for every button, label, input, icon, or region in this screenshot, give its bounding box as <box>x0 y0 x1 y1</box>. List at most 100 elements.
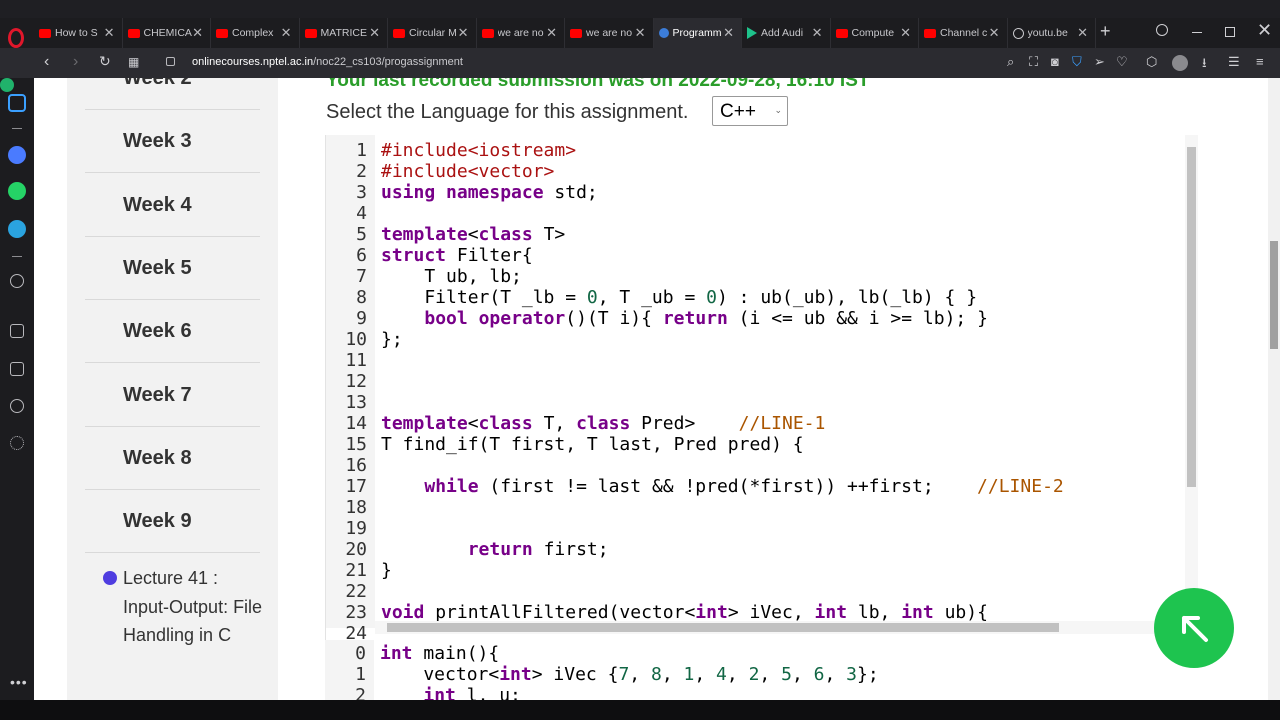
tab[interactable]: Complex ✕ <box>211 18 300 48</box>
send-icon[interactable]: ➢ <box>1094 54 1105 70</box>
youtube-icon <box>924 28 936 38</box>
aria-icon[interactable] <box>0 78 14 92</box>
tab-strip: How to S ✕ CHEMICA ✕ Complex ✕ MATRICE ✕ Circula… <box>0 18 1280 48</box>
week-label: Week 7 <box>123 383 192 406</box>
messenger-icon[interactable] <box>8 146 26 164</box>
week-item[interactable]: Week 9 <box>85 490 260 554</box>
lock-icon[interactable] <box>166 57 175 66</box>
settings-icon[interactable] <box>10 436 24 450</box>
url-field[interactable]: onlinecourses.nptel.ac.in/noc22_cs103/pr… <box>192 56 463 68</box>
line-number-gutter: 1 2 3 4 5 6 7 8 9 10 11 12 13 14 15 16 17 18 19 20 21 22 23 24 <box>326 135 375 644</box>
tab[interactable]: Circular M ✕ <box>388 18 477 48</box>
tab[interactable]: How to S ✕ <box>34 18 123 48</box>
maximize-icon[interactable] <box>1225 27 1235 37</box>
tab-close-icon[interactable]: ✕ <box>1077 25 1088 41</box>
easy-setup-icon[interactable]: ☰ <box>1228 54 1240 70</box>
code-editor[interactable]: 1 2 3 4 5 6 7 8 9 10 11 12 13 14 15 16 17 18 19 20 21 22 23 24 … <box>325 135 1198 644</box>
home-icon[interactable] <box>8 94 26 112</box>
pinboard-icon[interactable] <box>10 362 24 376</box>
tab[interactable]: we are no ✕ <box>565 18 654 48</box>
profile-avatar[interactable] <box>1172 55 1188 71</box>
camera-icon[interactable]: ◙ <box>1051 54 1059 69</box>
tab-close-icon[interactable]: ✕ <box>723 25 734 41</box>
week-item[interactable]: Week 7 <box>85 364 260 427</box>
tab-close-icon[interactable]: ✕ <box>546 25 557 41</box>
editor-vertical-scrollbar-thumb[interactable] <box>1187 147 1196 487</box>
speed-dial-icon[interactable]: ▦ <box>128 55 139 69</box>
line-number: 7 <box>356 266 367 287</box>
youtube-icon <box>216 28 228 38</box>
tab[interactable]: CHEMICA ✕ <box>123 18 211 48</box>
page-scrollbar[interactable] <box>1268 78 1280 700</box>
tab-label: Programm <box>672 27 722 39</box>
week-item[interactable]: Week 8 <box>85 427 260 490</box>
week-item[interactable]: Week 5 <box>85 237 260 300</box>
shield-icon[interactable]: ⛉ <box>1072 54 1082 70</box>
tab[interactable]: MATRICE ✕ <box>300 18 388 48</box>
line-number: 3 <box>356 182 367 203</box>
bookmarks-icon[interactable] <box>10 324 24 338</box>
reload-icon[interactable]: ↻ <box>99 53 111 70</box>
tab[interactable]: we are no ✕ <box>477 18 565 48</box>
line-number: 0 <box>355 643 366 664</box>
minimize-icon[interactable] <box>1192 32 1202 33</box>
line-number: 4 <box>356 203 367 224</box>
telegram-icon[interactable] <box>8 220 26 238</box>
week-item[interactable]: Week 2 <box>85 78 260 110</box>
sidebar-divider <box>12 128 22 129</box>
line-number: 6 <box>356 245 367 266</box>
more-icon[interactable]: ••• <box>10 674 28 690</box>
week-item[interactable]: Week 6 <box>85 300 260 364</box>
week-label: Week 4 <box>123 193 192 216</box>
history-icon[interactable] <box>10 399 24 413</box>
menu-icon[interactable]: ≡ <box>1256 54 1264 69</box>
tab-close-icon[interactable]: ✕ <box>812 25 823 41</box>
editor-vertical-scrollbar[interactable] <box>1185 135 1198 628</box>
line-number: 16 <box>345 455 367 476</box>
code-line: T ub, lb; <box>381 266 522 287</box>
new-tab-icon[interactable]: + <box>1100 21 1111 42</box>
opera-logo-icon[interactable] <box>8 28 24 48</box>
player-icon[interactable] <box>10 274 24 288</box>
zoom-icon[interactable]: ⌕ <box>1007 54 1014 70</box>
whatsapp-icon[interactable] <box>8 182 26 200</box>
tab-close-icon[interactable]: ✕ <box>104 25 115 41</box>
tab[interactable]: Add Audi ✕ <box>742 18 831 48</box>
editor-horizontal-scrollbar-thumb[interactable] <box>387 623 1059 632</box>
editor-horizontal-scrollbar[interactable] <box>375 621 1185 634</box>
code-editor-main[interactable]: 012 int main(){ vector<int> iVec {7, 8, … <box>325 640 1197 700</box>
line-number: 18 <box>345 497 367 518</box>
bottom-edge <box>0 700 1280 720</box>
course-nav: Week 2 Week 3 Week 4 Week 5 Week 6 Week 7 Week… <box>67 78 278 700</box>
tab[interactable]: Programm ✕ <box>653 18 742 48</box>
forward-icon[interactable]: › <box>73 53 78 71</box>
scroll-to-top-button[interactable] <box>1154 588 1234 668</box>
translate-icon[interactable]: ⛶ <box>1029 54 1038 70</box>
tab-close-icon[interactable]: ✕ <box>281 25 292 41</box>
week-item[interactable]: Week 4 <box>85 174 260 237</box>
back-icon[interactable]: ‹ <box>44 53 49 71</box>
tab[interactable]: Compute ✕ <box>831 18 919 48</box>
tab-close-icon[interactable]: ✕ <box>458 25 469 41</box>
line-number: 14 <box>345 413 367 434</box>
code-line: using namespace std; <box>381 182 598 203</box>
cube-icon[interactable]: ⬡ <box>1146 54 1157 70</box>
tab[interactable]: youtu.be ✕ <box>1008 18 1096 48</box>
tab-search-icon[interactable] <box>1156 24 1168 36</box>
tab-close-icon[interactable]: ✕ <box>900 25 911 41</box>
tab-close-icon[interactable]: ✕ <box>192 25 203 41</box>
line-number: 11 <box>345 350 367 371</box>
tab-close-icon[interactable]: ✕ <box>989 25 1000 41</box>
tab-close-icon[interactable]: ✕ <box>369 25 380 41</box>
code-line: struct Filter{ <box>381 245 533 266</box>
download-icon[interactable]: ⭳ <box>1202 54 1207 76</box>
lecture-bullet-icon <box>103 571 117 585</box>
last-submission-text: Your last recorded submission was on 202… <box>326 78 870 91</box>
tab-close-icon[interactable]: ✕ <box>635 25 646 41</box>
close-window-icon[interactable]: ✕ <box>1257 20 1272 41</box>
week-item[interactable]: Week 3 <box>85 110 260 174</box>
tab[interactable]: Channel c ✕ <box>919 18 1008 48</box>
language-select[interactable]: C++ ⌄ <box>712 96 788 126</box>
page-scrollbar-thumb[interactable] <box>1270 241 1278 349</box>
heart-icon[interactable]: ♡ <box>1116 54 1128 70</box>
